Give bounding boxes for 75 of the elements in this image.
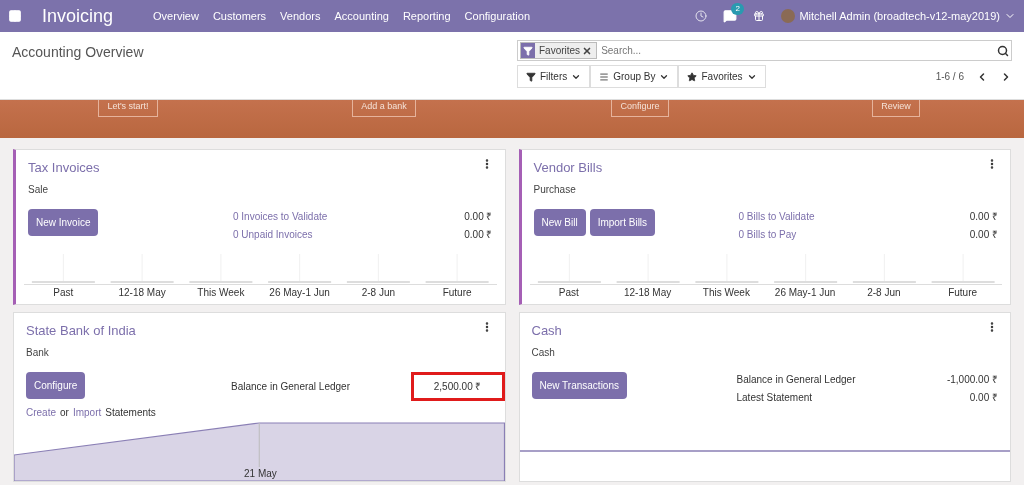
card-subtitle: Sale — [28, 182, 49, 197]
card-title[interactable]: State Bank of India — [26, 321, 136, 341]
stat-amount: 0.00 ₹ — [464, 227, 493, 242]
action-button[interactable]: New Invoice — [28, 208, 99, 236]
axis-label: This Week — [196, 286, 246, 300]
filter-facet[interactable]: Favorites — [520, 42, 598, 59]
user-avatar — [781, 9, 796, 23]
search-field[interactable]: Favorites Search... — [517, 40, 1012, 61]
banner-button[interactable]: Add a bank — [352, 100, 416, 117]
stat-link[interactable]: 0 Unpaid Invoices — [233, 226, 313, 242]
stat-link[interactable]: 0 Bills to Validate — [738, 208, 815, 224]
filter-icon — [526, 71, 536, 82]
action-button[interactable]: New Bill — [533, 208, 586, 236]
search-option-button[interactable]: Filters — [517, 65, 591, 88]
banner-button[interactable]: Review — [872, 100, 920, 117]
search-option-button[interactable]: Favorites — [678, 65, 766, 88]
action-button[interactable]: New Transactions — [531, 371, 627, 399]
activity-icon[interactable] — [695, 10, 708, 22]
list-icon — [599, 71, 610, 82]
axis-label: This Week — [701, 286, 751, 300]
nav-menu-item[interactable]: Configuration — [464, 7, 531, 25]
star-icon — [687, 71, 698, 82]
gift-icon[interactable] — [753, 10, 766, 22]
app-name: Invoicing — [42, 4, 114, 28]
nav-menu-item[interactable]: Accounting — [334, 7, 389, 25]
nav-menu-item[interactable]: Vendors — [280, 7, 321, 25]
apps-menu-icon[interactable] — [8, 9, 22, 23]
axis-label: Past — [52, 286, 75, 300]
stat-amount: 0.00 ₹ — [969, 390, 998, 405]
axis-label: Future — [947, 286, 979, 300]
card-title[interactable]: Tax Invoices — [28, 158, 100, 178]
axis-label: 12-18 May — [623, 286, 673, 300]
stat-label: Balance in General Ledger — [736, 372, 856, 387]
search-icon[interactable] — [997, 44, 1009, 57]
banner-button[interactable]: Configure — [611, 100, 669, 117]
stat-link[interactable]: 0 Invoices to Validate — [233, 208, 328, 224]
banner-button[interactable]: Let's start! — [98, 100, 158, 117]
message-count-badge: 2 — [731, 3, 744, 15]
search-input[interactable]: Search... — [597, 43, 997, 58]
axis-label: 21 May — [244, 467, 277, 481]
pager-value: 1-6 / 6 — [935, 70, 964, 84]
axis-label: 2-8 Jun — [866, 286, 902, 300]
remove-facet-icon[interactable] — [582, 45, 593, 56]
nav-menu-item[interactable]: Customers — [212, 7, 267, 25]
card-subtitle: Bank — [26, 345, 50, 360]
action-button[interactable]: Configure — [26, 371, 86, 399]
card-subtitle: Purchase — [533, 182, 577, 197]
connector-text: or — [60, 405, 69, 420]
axis-label: Future — [441, 286, 473, 300]
create-link[interactable]: Create — [26, 404, 56, 420]
stat-label: Latest Statement — [736, 390, 813, 405]
card-title[interactable]: Cash — [531, 321, 562, 341]
action-button[interactable]: Import Bills — [589, 208, 656, 236]
stat-amount: 2,500.00 ₹ — [410, 371, 505, 401]
stat-amount: 0.00 ₹ — [969, 209, 998, 224]
card-title[interactable]: Vendor Bills — [533, 158, 603, 178]
axis-label: 26 May-1 Jun — [268, 286, 331, 300]
page-title: Accounting Overview — [12, 43, 145, 62]
stat-amount: 0.00 ₹ — [464, 209, 493, 224]
card-subtitle: Cash — [531, 345, 556, 360]
filter-icon — [523, 45, 533, 56]
axis-label: 26 May-1 Jun — [773, 286, 837, 300]
axis-label: Past — [557, 286, 580, 300]
user-menu[interactable]: Mitchell Admin (broadtech-v12-may2019) — [799, 7, 1000, 25]
stat-label: Balance in General Ledger — [231, 379, 350, 394]
axis-label: 2-8 Jun — [360, 286, 397, 300]
search-option-button[interactable]: Group By — [590, 65, 679, 88]
stat-link[interactable]: 0 Bills to Pay — [738, 226, 797, 242]
nav-menu-item[interactable]: Reporting — [402, 7, 451, 25]
axis-label: 12-18 May — [117, 286, 167, 300]
import-link[interactable]: Import — [72, 404, 102, 420]
stat-amount: 0.00 ₹ — [969, 227, 998, 242]
nav-menu-item[interactable]: Overview — [153, 7, 199, 25]
statements-text: Statements — [105, 405, 156, 420]
stat-amount: -1,000.00 ₹ — [946, 372, 998, 387]
